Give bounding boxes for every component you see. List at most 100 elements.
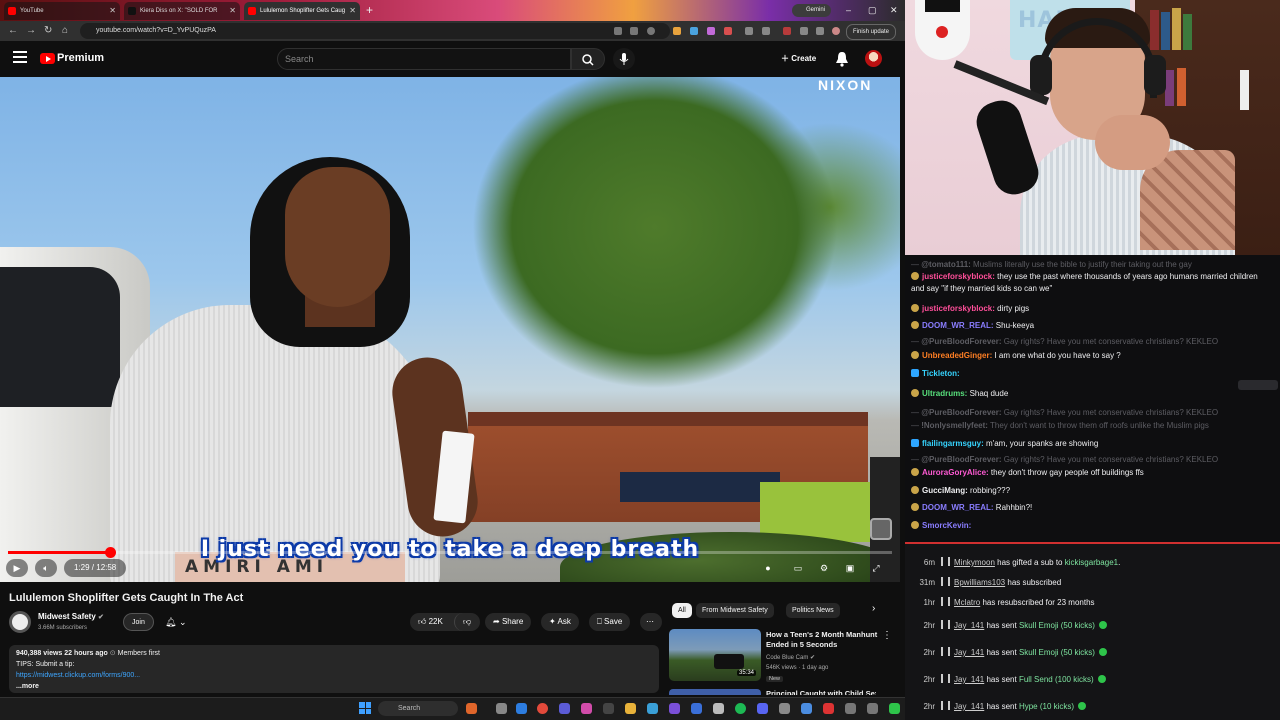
app-icon[interactable] [466,703,477,714]
tab-youtube[interactable]: YouTube ✕ [4,2,120,20]
chat-username[interactable]: GucciMang: [922,486,968,495]
recommended-thumbnail[interactable] [669,689,761,695]
chat-username[interactable]: AuroraGoryAlice: [922,468,989,477]
fullscreen-icon[interactable]: ⤢ [866,559,886,577]
extension-icon[interactable] [783,27,791,35]
lens-icon[interactable] [614,27,622,35]
finish-update-button[interactable]: Finish update [846,24,897,40]
event-user[interactable]: Minkymoon [954,558,995,567]
extension-icon[interactable] [707,27,715,35]
gemini-button[interactable]: Gemini [792,4,832,17]
description-link[interactable]: https://midwest.clickup.com/forms/900... [16,670,652,681]
save-button[interactable]: ⎕ Save [589,613,631,631]
extension-icon[interactable] [690,27,698,35]
share-button[interactable]: ➦ Share [485,613,532,631]
description-box[interactable]: 940,388 views 22 hours ago ⊙ Members fir… [9,645,659,693]
cast-icon[interactable] [630,27,638,35]
extension-icon[interactable] [724,27,732,35]
ask-button[interactable]: ✦ Ask [541,613,579,631]
event-user[interactable]: Jay_141 [954,702,984,711]
event-user[interactable]: Jay_141 [954,648,984,657]
app-icon[interactable] [823,703,834,714]
chat-username[interactable]: !Nonlysmellyfeet: [921,421,988,430]
app-icon[interactable] [559,703,570,714]
more-vertical-icon[interactable]: ⋮ [882,630,892,641]
reload-icon[interactable]: ↻ [44,23,52,39]
video-player[interactable]: AMIRI AMI NIXON I just need you to take … [0,77,900,582]
more-actions-button[interactable]: ⋯ [640,613,662,631]
youtube-logo-icon[interactable] [40,53,55,64]
back-icon[interactable]: ← [8,23,18,39]
show-more-link[interactable]: ...more [16,681,652,692]
chat-username[interactable]: @PureBloodForever: [921,455,1001,464]
subscription-bell-button[interactable]: 🔔︎ ⌄ [160,613,198,631]
event-user[interactable]: Jay_141 [954,675,984,684]
search-input[interactable]: Search [277,48,571,70]
chat-username[interactable]: DOOM_WR_REAL: [922,503,994,512]
chevron-right-icon[interactable]: › [872,603,875,614]
app-icon[interactable] [867,703,878,714]
notifications-bell-icon[interactable] [835,51,849,67]
event-user[interactable]: Jay_141 [954,621,984,630]
chip-all[interactable]: All [672,603,692,618]
forward-icon[interactable]: → [26,23,36,39]
tab-x-post[interactable]: Kiera Diss on X: "SOLD FOR ✕ [124,2,240,20]
app-icon[interactable] [779,703,790,714]
dislike-button[interactable]: 👎︎ [454,613,480,631]
youtube-premium-brand[interactable]: Premium [57,52,104,64]
extension-icon[interactable] [745,27,753,35]
create-button[interactable]: ＋ Create [775,49,824,69]
recommended-title[interactable]: How a Teen's 2 Month Manhunt Ended in 5 … [766,630,881,650]
captions-icon[interactable]: ▭ [788,559,808,577]
chat-username[interactable]: UnbreadedGinger: [922,351,992,360]
chat-username[interactable]: flailingarmsguy: [922,439,984,448]
app-icon[interactable] [713,703,724,714]
settings-gear-icon[interactable]: ⚙ [814,559,834,577]
close-tab-icon[interactable]: ✕ [109,2,116,20]
chip-politics-news[interactable]: Politics News [786,603,840,618]
chat-username[interactable]: SmorcKevin: [922,521,971,530]
bookmark-star-icon[interactable] [647,27,655,35]
close-window-icon[interactable]: ✕ [890,2,898,18]
recommended-channel[interactable]: Code Blue Cam ✔ [766,654,815,661]
close-tab-icon[interactable]: ✕ [349,2,356,20]
chat-username[interactable]: justiceforskyblock: [922,272,995,281]
maximize-icon[interactable]: ▢ [868,2,877,18]
app-icon[interactable] [691,703,702,714]
windows-start-icon[interactable] [359,702,371,714]
file-explorer-icon[interactable] [625,703,636,714]
miniplayer-icon[interactable]: ▣ [840,559,860,577]
app-icon[interactable] [647,703,658,714]
taskbar-search[interactable]: Search [378,701,458,716]
autoplay-toggle-icon[interactable]: ● [758,559,778,577]
kick-icon[interactable] [889,703,900,714]
puzzle-icon[interactable] [762,27,770,35]
search-button[interactable] [571,48,605,70]
discord-icon[interactable] [757,703,768,714]
task-view-icon[interactable] [496,703,507,714]
spotify-icon[interactable] [735,703,746,714]
hamburger-menu-icon[interactable] [13,51,27,65]
extension-icon[interactable] [673,27,681,35]
chip-from-channel[interactable]: From Midwest Safety [696,603,774,618]
app-icon[interactable] [801,703,812,714]
close-tab-icon[interactable]: ✕ [229,2,236,20]
account-avatar[interactable] [865,50,882,67]
progress-bar[interactable] [8,547,892,558]
chat-username[interactable]: @PureBloodForever: [921,408,1001,417]
new-tab-button[interactable]: + [366,2,373,18]
channel-avatar[interactable] [9,611,31,633]
edge-icon[interactable] [516,703,527,714]
downloads-icon[interactable] [800,27,808,35]
chat-username[interactable]: justiceforskyblock: [922,304,995,313]
home-icon[interactable]: ⌂ [62,23,68,39]
progress-scrubber[interactable] [104,547,116,558]
chrome-icon[interactable] [537,703,548,714]
play-button[interactable]: ▶ [6,559,28,577]
app-icon[interactable] [581,703,592,714]
channel-name[interactable]: Midwest Safety ✔ [38,612,104,621]
app-icon[interactable] [845,703,856,714]
app-icon[interactable] [669,703,680,714]
join-button[interactable]: Join [123,613,154,631]
recommended-title[interactable]: Principal Caught with Child Sex [766,689,876,695]
